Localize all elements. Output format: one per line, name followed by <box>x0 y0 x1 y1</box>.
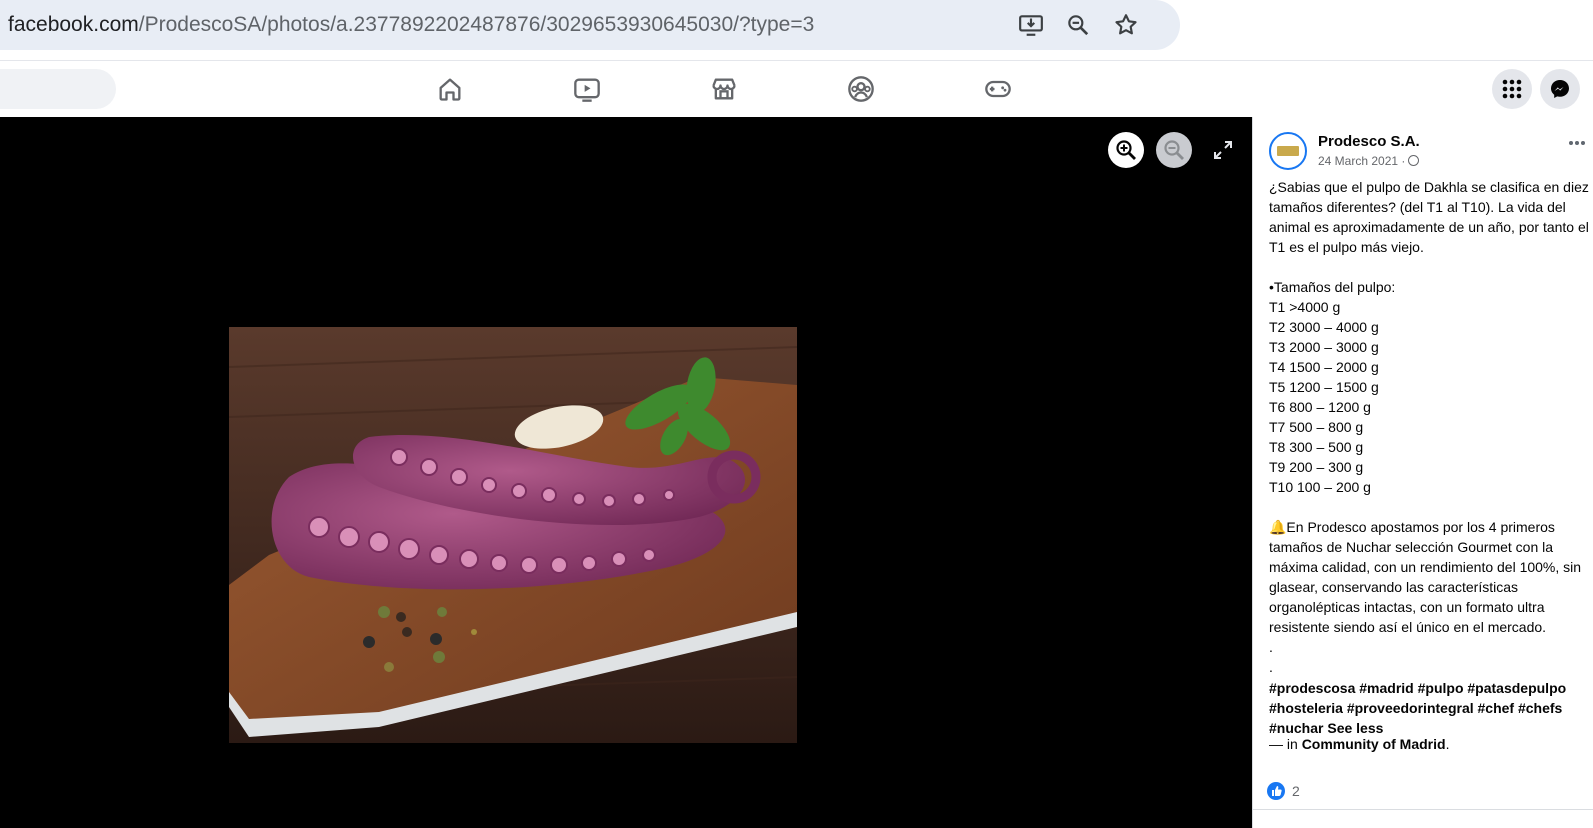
zoom-out-icon <box>1164 140 1184 160</box>
octopus-photo-image <box>229 327 797 743</box>
menu-grid-button[interactable] <box>1492 69 1532 109</box>
like-count: 2 <box>1292 783 1300 799</box>
location-suffix: . <box>1445 736 1450 752</box>
url-path: /ProdescoSA/photos/a.2377892202487876/30… <box>138 13 815 36</box>
location-prefix: — in <box>1269 736 1302 752</box>
home-icon[interactable] <box>436 75 464 103</box>
groups-icon[interactable] <box>847 75 875 103</box>
zoom-icon[interactable] <box>1065 12 1091 38</box>
location-link[interactable]: Community of Madrid <box>1302 736 1446 752</box>
install-app-icon[interactable] <box>1018 12 1044 38</box>
fullscreen-icon[interactable] <box>1212 139 1234 161</box>
post-hashtags: #prodescosa #madrid #pulpo #patasdepulpo… <box>1269 678 1593 738</box>
panel-divider <box>1253 809 1593 810</box>
post-author[interactable]: Prodesco S.A. <box>1318 133 1420 150</box>
dot <box>1581 141 1585 145</box>
post-date-text: 24 March 2021 · <box>1318 154 1406 168</box>
search-input[interactable] <box>0 69 116 109</box>
marketplace-icon[interactable] <box>710 75 738 103</box>
messenger-button[interactable] <box>1540 69 1580 109</box>
zoom-in-button[interactable] <box>1108 132 1144 168</box>
hashtags-text[interactable]: #prodescosa #madrid #pulpo #patasdepulpo… <box>1269 680 1566 736</box>
zoom-out-button[interactable] <box>1156 132 1192 168</box>
post-panel: Prodesco S.A. 24 March 2021 · ¿Sabias qu… <box>1252 117 1593 828</box>
post-photo[interactable] <box>229 327 797 743</box>
dot <box>1569 141 1573 145</box>
post-text: ¿Sabias que el pulpo de Dakhla se clasif… <box>1269 179 1589 675</box>
post-date[interactable]: 24 March 2021 · <box>1318 154 1420 168</box>
facebook-navbar <box>0 61 1593 117</box>
menu-grid-icon <box>1502 79 1522 99</box>
browser-toolbar-blank <box>1180 0 1593 60</box>
avatar[interactable] <box>1269 132 1307 170</box>
see-less-link[interactable]: See less <box>1327 720 1383 736</box>
photo-viewer <box>0 117 1252 828</box>
like-reaction-icon <box>1267 782 1285 800</box>
video-icon[interactable] <box>573 75 601 103</box>
globe-icon <box>1408 155 1420 166</box>
bookmark-star-icon[interactable] <box>1113 12 1139 38</box>
url-host: facebook.com <box>8 13 139 36</box>
messenger-icon <box>1551 80 1569 98</box>
address-bar[interactable]: facebook.com/ProdescoSA/photos/a.2377892… <box>0 0 1180 50</box>
zoom-in-icon <box>1116 140 1136 160</box>
dot <box>1575 141 1579 145</box>
prodesco-logo <box>1277 146 1299 156</box>
more-options-button[interactable] <box>1569 139 1589 147</box>
url-text[interactable]: facebook.com/ProdescoSA/photos/a.2377892… <box>8 13 814 37</box>
gaming-icon[interactable] <box>984 75 1012 103</box>
post-location: — in Community of Madrid. <box>1269 736 1449 752</box>
